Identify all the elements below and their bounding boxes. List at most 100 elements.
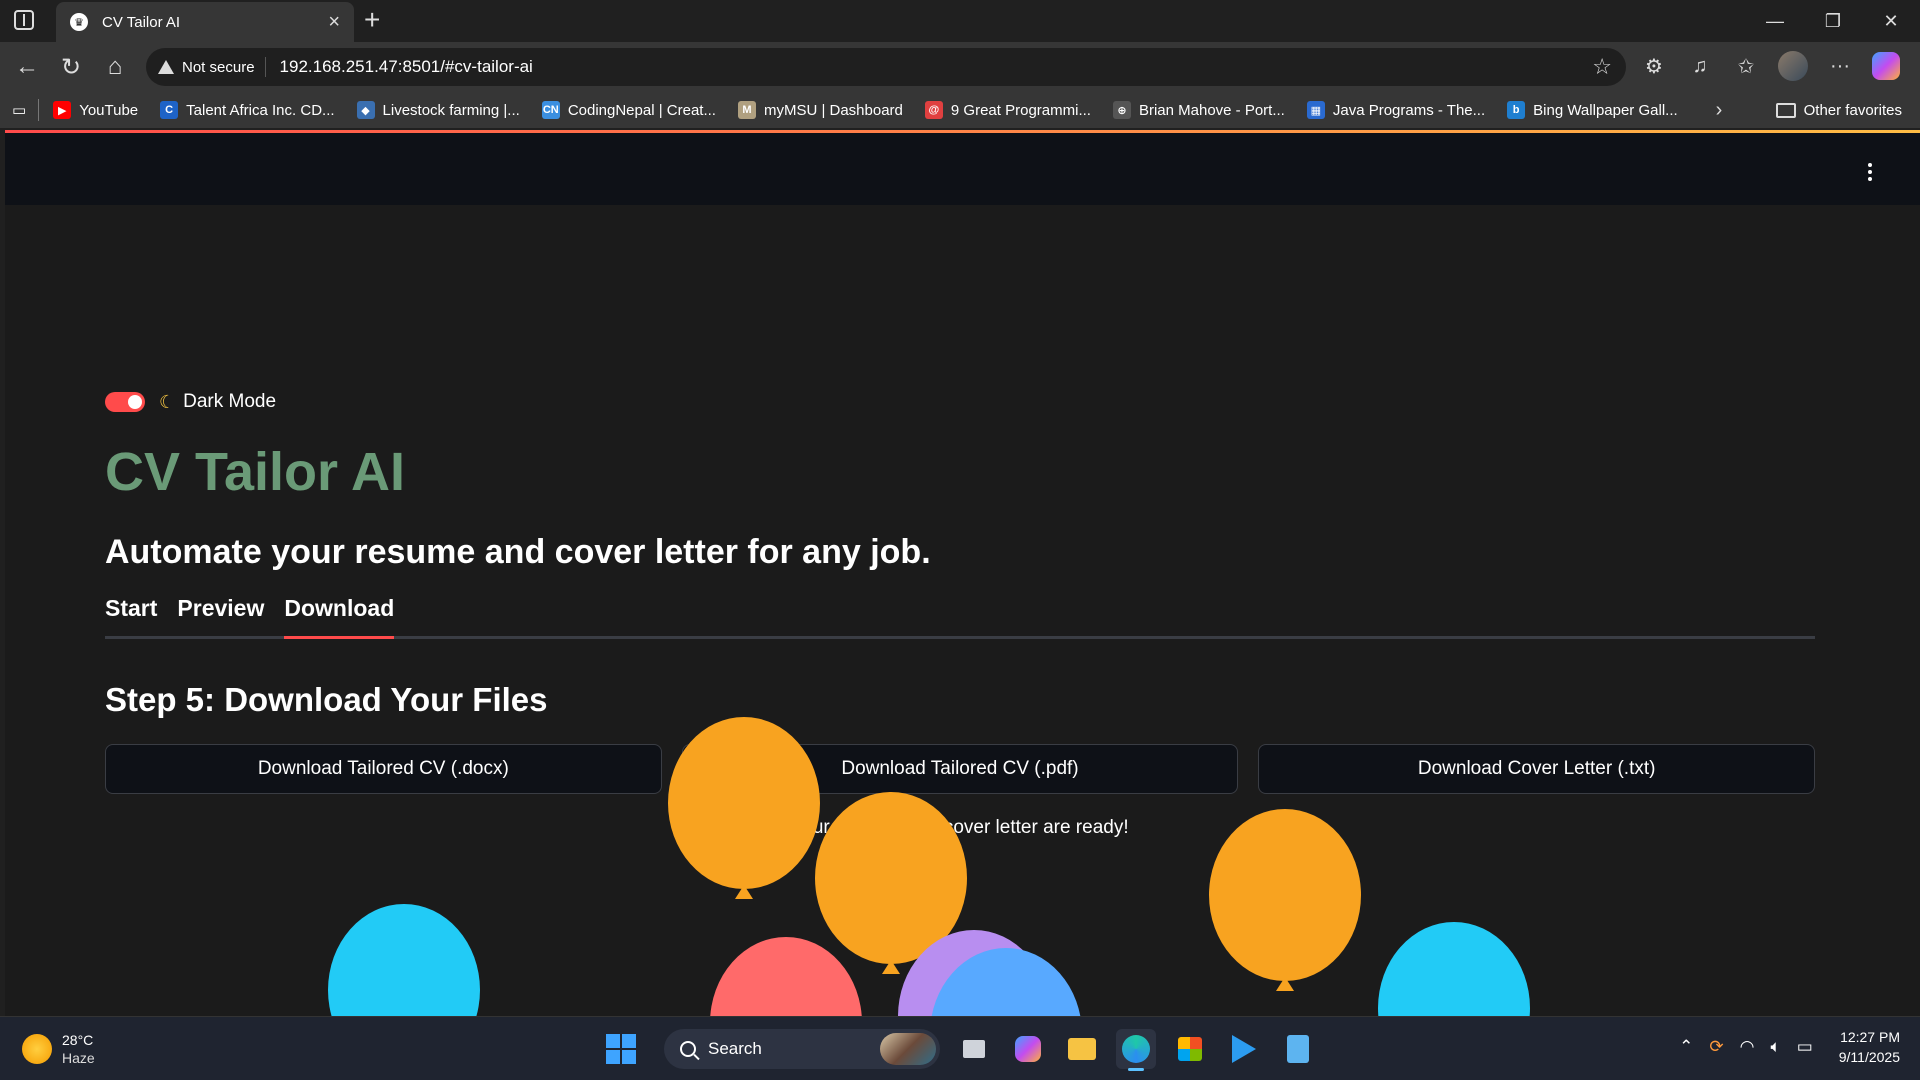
search-label: Search [708,1039,762,1058]
window-close-icon[interactable]: ✕ [1862,0,1920,42]
bookmark-label: CodingNepal | Creat... [567,101,716,119]
bookmark-favicon-icon: ◆ [356,101,375,119]
tab-actions-icon[interactable] [14,10,34,30]
bookmark-label: myMSU | Dashboard [763,101,903,119]
weather-temperature: 28°C [62,1032,94,1048]
favorite-star-icon[interactable]: ☆ [1592,54,1612,80]
balloon-orange [668,717,820,899]
notepad-icon[interactable] [1278,1029,1318,1069]
bookmark-favicon-icon: ⊕ [1112,101,1131,119]
show-hidden-icons-chevron[interactable]: ⌃ [1679,1037,1693,1057]
bookmarks-overflow-chevron-icon[interactable]: › [1716,99,1723,122]
sync-icon[interactable]: ⟳ [1709,1037,1723,1057]
browser-navbar: ← ↻ ⌂ Not secure 192.168.251.47:8501/#cv… [0,42,1920,92]
browser-toolbar: ⚙ ♫ ✩ ··· [1640,50,1900,82]
bookmark-label: Livestock farming |... [382,101,520,119]
windows-start-icon[interactable] [606,1034,636,1064]
app-subtitle: Automate your resume and cover letter fo… [105,533,931,571]
bookmark-item[interactable]: ◆ Livestock farming |... [356,101,520,119]
bookmark-item[interactable]: ⊕ Brian Mahove - Port... [1112,101,1285,119]
bookmark-item[interactable]: ▦ Java Programs - The... [1306,101,1486,119]
browser-tab-active[interactable]: ♛ CV Tailor AI × [56,2,354,42]
download-cover-letter-button[interactable]: Download Cover Letter (.txt) [1258,744,1816,794]
windows-taskbar: 28°C Haze Search ⌃ ⟳ ◠ 🔈︎ ▭ 12:27 PM 9/1… [0,1016,1920,1080]
wifi-icon[interactable]: ◠ [1740,1037,1755,1057]
download-buttons: Download Tailored CV (.docx) Download Ta… [105,744,1816,794]
bookmarks-divider [38,99,40,121]
bookmark-list: ▶ YouTube C Talent Africa Inc. CD... ◆ Livest… [53,101,1699,119]
bookmark-item[interactable]: @9 Great Programmi... [924,101,1091,119]
restore-icon[interactable]: ❐ [1804,0,1862,42]
tab-download[interactable]: Download [284,595,394,639]
ready-message: Your new CV and cover letter are ready! [791,817,1129,838]
bookmark-favicon-icon: b [1507,101,1526,119]
warning-triangle-icon [158,60,174,74]
back-arrow-icon[interactable]: ← [12,52,42,82]
folder-icon [1775,102,1796,118]
download-cv-docx-button[interactable]: Download Tailored CV (.docx) [105,744,662,794]
microsoft-store-icon[interactable] [1170,1029,1210,1069]
media-control-icon[interactable]: ♫ [1686,50,1714,82]
address-bar[interactable]: Not secure 192.168.251.47:8501/#cv-tailo… [146,48,1626,86]
bookmark-item[interactable]: MmyMSU | Dashboard [737,101,903,119]
clock-time: 12:27 PM [1840,1029,1900,1045]
dark-mode-toggle[interactable] [105,392,145,412]
more-options-icon[interactable]: ··· [1826,50,1854,82]
tab-start[interactable]: Start [105,595,157,636]
profile-avatar[interactable] [1778,51,1808,81]
file-explorer-icon[interactable] [1062,1029,1102,1069]
balloon-cyan [328,904,480,1016]
home-icon[interactable]: ⌂ [100,52,130,82]
bookmark-label: Talent Africa Inc. CD... [186,101,335,119]
bookmarks-bar: ▭ ▶ YouTube C Talent Africa Inc. CD... ◆ Live… [0,92,1920,128]
other-favorites-label: Other favorites [1803,101,1902,119]
weather-widget[interactable]: 28°C Haze [22,1031,95,1067]
bookmark-favicon-icon: M [737,101,756,119]
bookmark-label: Brian Mahove - Port... [1138,101,1285,119]
favorites-list-icon[interactable]: ✩ [1732,50,1760,82]
task-view-icon[interactable] [954,1029,994,1069]
search-icon [680,1041,696,1057]
app-header [5,133,1920,205]
taskbar-apps: Search [606,1029,1318,1071]
collections-icon[interactable]: ▭ [12,101,26,119]
bookmark-label: Java Programs - The... [1332,101,1486,119]
copilot-icon[interactable] [1872,52,1900,80]
edge-browser-icon[interactable] [1116,1029,1156,1071]
page-viewport: ☾ Dark Mode CV Tailor AI Automate your r… [5,130,1920,1016]
security-label[interactable]: Not secure [182,59,255,76]
system-tray: ⌃ ⟳ ◠ 🔈︎ ▭ 12:27 PM 9/11/2025 [1679,1027,1900,1067]
copilot-app-icon[interactable] [1008,1029,1048,1069]
bookmark-favicon-icon: C [160,101,179,119]
weather-condition: Haze [62,1050,95,1066]
tab-close-icon[interactable]: × [328,11,340,34]
bookmark-item[interactable]: CN CodingNepal | Creat... [541,101,716,119]
bookmark-favicon-icon: ▶ [53,101,72,119]
tab-preview[interactable]: Preview [177,595,264,636]
new-tab-plus-icon[interactable]: + [364,4,380,36]
streamlit-favicon-icon: ♛ [70,13,88,31]
bookmark-label: Bing Wallpaper Gall... [1533,101,1678,119]
extensions-icon[interactable]: ⚙ [1640,50,1668,82]
balloon-red [710,937,862,1016]
battery-icon[interactable]: ▭ [1797,1037,1813,1057]
url-text[interactable]: 192.168.251.47:8501/#cv-tailor-ai [280,57,1593,77]
bookmark-item[interactable]: b Bing Wallpaper Gall... [1507,101,1678,119]
clock[interactable]: 12:27 PM 9/11/2025 [1839,1027,1900,1067]
dark-mode-label: Dark Mode [183,391,277,412]
clock-date: 9/11/2025 [1838,1049,1900,1065]
bookmark-favicon-icon: CN [541,101,560,119]
volume-icon[interactable]: 🔈︎ [1770,1037,1780,1057]
vscode-icon[interactable] [1224,1029,1264,1069]
bookmark-item[interactable]: ▶ YouTube [53,101,138,119]
refresh-icon[interactable]: ↻ [56,52,86,82]
other-favorites[interactable]: Other favorites [1775,101,1902,119]
minimize-icon[interactable]: — [1746,0,1804,42]
tab-title: CV Tailor AI [102,13,181,31]
taskbar-search[interactable]: Search [664,1029,940,1069]
bookmark-item[interactable]: C Talent Africa Inc. CD... [160,101,335,119]
step-title: Step 5: Download Your Files [105,681,548,718]
bookmark-label: 9 Great Programmi... [950,101,1091,119]
app-title: CV Tailor AI [105,442,406,502]
main-menu-icon[interactable] [1868,163,1872,181]
